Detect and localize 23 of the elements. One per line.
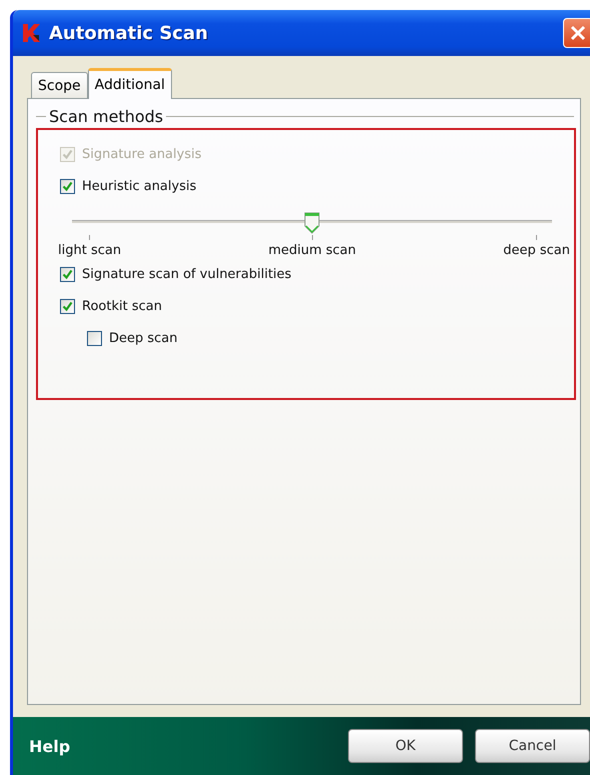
slider-thumb[interactable] <box>304 212 320 234</box>
close-icon <box>570 25 586 41</box>
checkbox-label: Signature scan of vulnerabilities <box>82 266 292 282</box>
checkbox[interactable] <box>60 266 75 282</box>
group-title: Scan methods <box>49 107 164 126</box>
dialog-button[interactable]: OK <box>348 729 463 763</box>
checkbox[interactable] <box>60 178 75 194</box>
slider-label: medium scan <box>268 243 356 258</box>
checkbox-label: Rootkit scan <box>82 298 162 314</box>
window-title: Automatic Scan <box>49 22 209 44</box>
checkbox[interactable] <box>60 298 75 314</box>
slider-label: deep scan <box>503 243 570 258</box>
tab[interactable]: Additional <box>88 68 172 99</box>
app-logo-icon <box>21 22 43 44</box>
help-link[interactable]: Help <box>29 736 70 756</box>
checkbox-label: Deep scan <box>109 330 178 346</box>
slider-label: light scan <box>58 243 122 258</box>
checkbox-label: Heuristic analysis <box>82 178 196 194</box>
checkbox[interactable] <box>87 330 102 346</box>
close-button[interactable] <box>563 18 590 48</box>
tab[interactable]: Scope <box>31 72 88 98</box>
dialog-button[interactable]: Cancel <box>475 729 590 763</box>
checkbox-label: Signature analysis <box>82 146 202 162</box>
